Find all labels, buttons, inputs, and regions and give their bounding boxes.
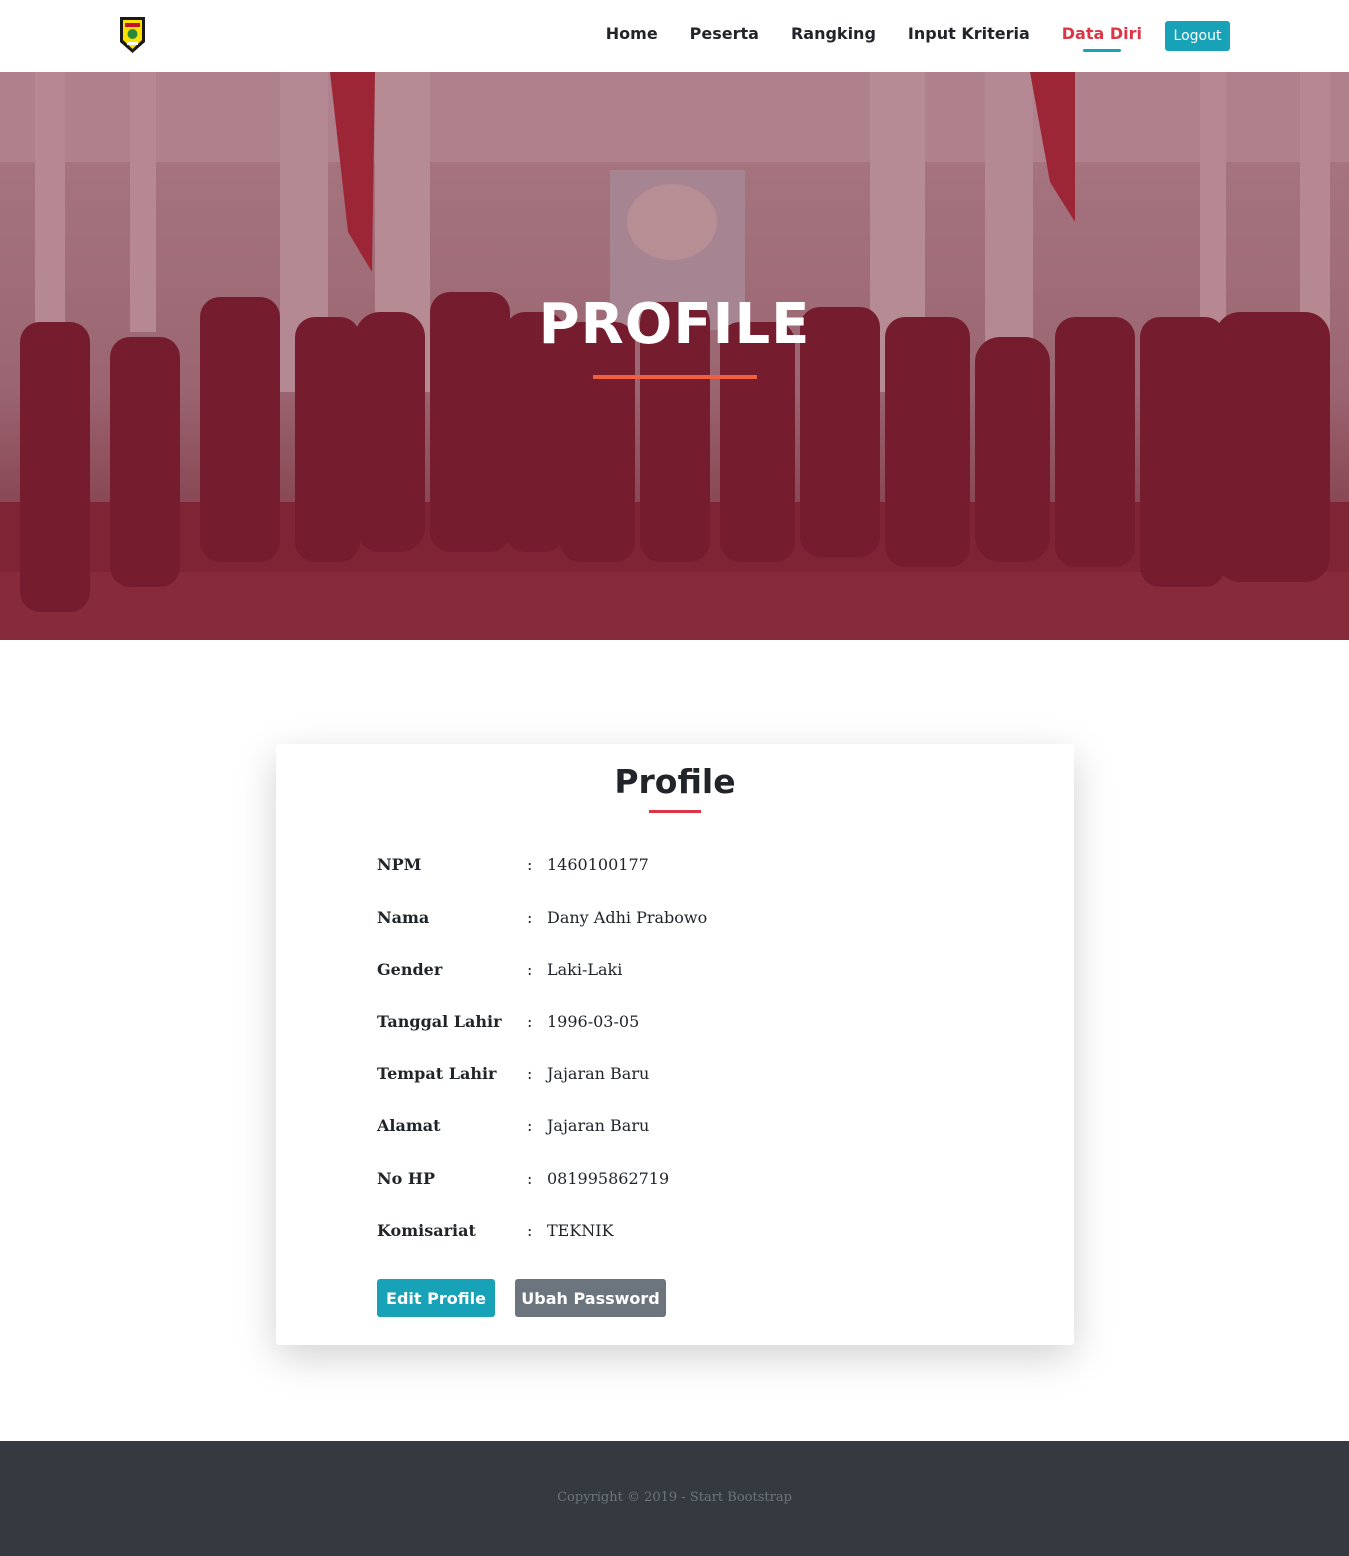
field-label: Tanggal Lahir [377,1012,502,1031]
nav-data-diri[interactable]: Data Diri [1062,0,1142,72]
field-colon: : [527,1012,533,1031]
profile-card: Profile NPM : 1460100177 Nama : Dany Adh… [276,744,1074,1345]
field-value: TEKNIK [547,1221,614,1240]
change-password-button[interactable]: Ubah Password [515,1279,666,1317]
hero-section: PROFILE [0,72,1349,640]
nav-peserta[interactable]: Peserta [690,0,759,72]
nav-input-kriteria[interactable]: Input Kriteria [908,0,1030,72]
field-npm: NPM : 1460100177 [377,855,977,881]
field-label: NPM [377,855,422,874]
field-value: 081995862719 [547,1169,670,1188]
field-colon: : [527,1116,533,1135]
nav-rangking[interactable]: Rangking [791,0,876,72]
field-colon: : [527,855,533,874]
field-label: No HP [377,1169,436,1188]
field-label: Gender [377,960,443,979]
field-value: Dany Adhi Prabowo [547,908,708,927]
profile-title: Profile [614,762,736,801]
field-label: Alamat [377,1116,441,1135]
field-alamat: Alamat : Jajaran Baru [377,1116,977,1142]
field-colon: : [527,960,533,979]
field-nama: Nama : Dany Adhi Prabowo [377,908,977,934]
navbar: Home Peserta Rangking Input Kriteria Dat… [0,0,1349,72]
active-nav-underline [1082,49,1121,52]
footer: Copyright © 2019 - Start Bootstrap [0,1441,1349,1556]
field-label: Nama [377,908,430,927]
field-colon: : [527,1064,533,1083]
field-colon: : [527,908,533,927]
profile-title-divider [649,810,701,813]
field-colon: : [527,1221,533,1240]
field-no-hp: No HP : 081995862719 [377,1169,977,1195]
field-value: 1996-03-05 [547,1012,640,1031]
field-komisariat: Komisariat : TEKNIK [377,1221,977,1247]
field-value: 1460100177 [547,855,649,874]
hero-title: PROFILE [538,292,811,357]
field-label: Komisariat [377,1221,476,1240]
copyright-text: Copyright © 2019 - Start Bootstrap [557,1490,792,1505]
logout-button[interactable]: Logout [1165,21,1230,51]
field-colon: : [527,1169,533,1188]
field-value: Jajaran Baru [547,1116,650,1135]
field-value: Jajaran Baru [547,1064,650,1083]
field-tanggal-lahir: Tanggal Lahir : 1996-03-05 [377,1012,977,1038]
field-label: Tempat Lahir [377,1064,497,1083]
nav-home[interactable]: Home [606,0,658,72]
edit-profile-button[interactable]: Edit Profile [377,1279,495,1317]
field-value: Laki-Laki [547,960,623,979]
logo-icon[interactable] [119,16,146,54]
nav-menu: Home Peserta Rangking Input Kriteria Dat… [606,0,1142,72]
nav-data-diri-label: Data Diri [1061,23,1142,43]
hero-divider [593,375,757,379]
field-gender: Gender : Laki-Laki [377,960,977,986]
field-tempat-lahir: Tempat Lahir : Jajaran Baru [377,1064,977,1090]
